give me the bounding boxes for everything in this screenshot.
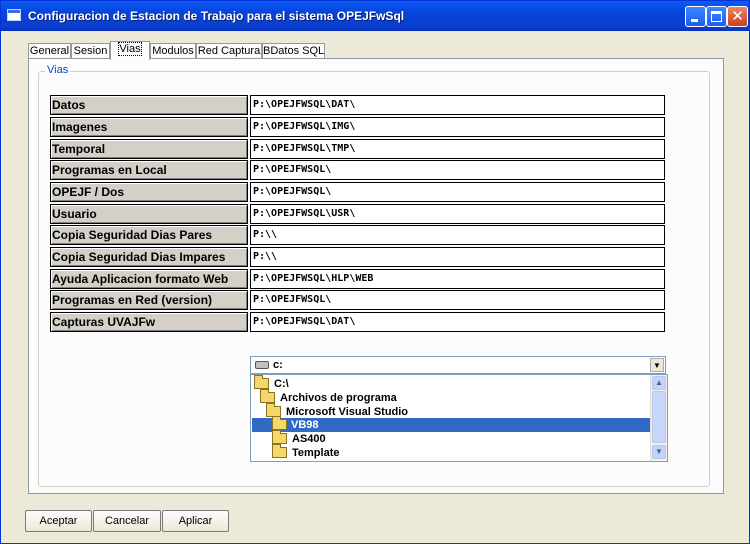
folder-icon	[260, 389, 275, 403]
folder-icon	[272, 444, 287, 458]
folder-open-icon	[272, 416, 287, 430]
directory-item-selected[interactable]: VB98	[252, 416, 650, 432]
drive-value: c:	[273, 359, 283, 371]
tab-label: BDatos SQL	[263, 45, 325, 57]
tab-label: Sesion	[73, 45, 108, 57]
accept-button[interactable]: Aceptar	[25, 510, 92, 532]
tab-label: General	[29, 45, 70, 57]
vertical-scrollbar[interactable]: ▲ ▼	[650, 375, 667, 461]
path-field[interactable]: P:\OPEJFWSQL\TMP\	[250, 139, 665, 159]
path-label: Ayuda Aplicacion formato Web	[50, 269, 248, 289]
folder-icon	[272, 430, 287, 444]
tab-sesion[interactable]: Sesion	[71, 43, 110, 59]
path-label: Copia Seguridad Dias Pares	[50, 225, 248, 245]
path-field[interactable]: P:\OPEJFWSQL\USR\	[250, 204, 665, 224]
tab-bdatos-sql[interactable]: BDatos SQL	[262, 43, 325, 59]
tab-general[interactable]: General	[28, 43, 71, 59]
maximize-button[interactable]	[706, 6, 727, 27]
folder-icon	[254, 375, 269, 389]
minimize-button[interactable]	[685, 6, 706, 27]
maximize-icon	[711, 11, 722, 22]
cancel-button[interactable]: Cancelar	[93, 510, 161, 532]
minimize-icon	[691, 19, 698, 22]
path-field[interactable]: P:\OPEJFWSQL\DAT\	[250, 95, 665, 115]
path-label: Programas en Red (version)	[50, 290, 248, 310]
path-label: Programas en Local	[50, 160, 248, 180]
directory-item[interactable]: AS400	[272, 430, 650, 446]
scroll-down-icon[interactable]: ▼	[652, 445, 666, 459]
scroll-thumb[interactable]	[652, 391, 666, 443]
tab-vias[interactable]: Vias	[110, 41, 150, 60]
directory-item[interactable]: C:\	[254, 375, 650, 391]
drive-icon	[255, 361, 269, 369]
group-caption: Vias	[45, 64, 71, 76]
directory-item[interactable]: Microsoft Visual Studio	[266, 403, 650, 419]
path-field[interactable]: P:\OPEJFWSQL\IMG\	[250, 117, 665, 137]
path-label: Copia Seguridad Dias Impares	[50, 247, 248, 267]
drive-select[interactable]: c: ▼	[250, 356, 666, 374]
tab-label: Modulos	[152, 45, 194, 57]
path-field[interactable]: P:\OPEJFWSQL\HLP\WEB	[250, 269, 665, 289]
path-label: Capturas UVAJFw	[50, 312, 248, 332]
close-icon: ✕	[731, 7, 744, 25]
path-label: Usuario	[50, 204, 248, 224]
path-field[interactable]: P:\OPEJFWSQL\DAT\	[250, 312, 665, 332]
app-window-icon	[7, 9, 21, 21]
config-window: Configuracion de Estacion de Trabajo par…	[0, 0, 750, 544]
directory-item[interactable]: Archivos de programa	[260, 389, 650, 405]
chevron-down-icon[interactable]: ▼	[650, 358, 664, 372]
path-label: Datos	[50, 95, 248, 115]
path-label: OPEJF / Dos	[50, 182, 248, 202]
tab-modulos[interactable]: Modulos	[150, 43, 196, 59]
path-label: Imagenes	[50, 117, 248, 137]
directory-list[interactable]: C:\ Archivos de programa Microsoft Visua…	[250, 374, 668, 462]
apply-button[interactable]: Aplicar	[162, 510, 229, 532]
path-field[interactable]: P:\\	[250, 247, 665, 267]
title-bar[interactable]: Configuracion de Estacion de Trabajo par…	[1, 1, 749, 31]
tab-red-captura[interactable]: Red Captura	[196, 43, 262, 59]
tab-label: Red Captura	[197, 45, 261, 57]
path-field[interactable]: P:\\	[250, 225, 665, 245]
tab-label: Vias	[118, 42, 142, 56]
path-field[interactable]: P:\OPEJFWSQL\	[250, 182, 665, 202]
path-field[interactable]: P:\OPEJFWSQL\	[250, 160, 665, 180]
close-button[interactable]: ✕	[727, 6, 748, 27]
window-title: Configuracion de Estacion de Trabajo par…	[28, 9, 405, 23]
path-field[interactable]: P:\OPEJFWSQL\	[250, 290, 665, 310]
path-label: Temporal	[50, 139, 248, 159]
directory-item[interactable]: Template	[272, 444, 650, 460]
scroll-up-icon[interactable]: ▲	[652, 376, 666, 390]
